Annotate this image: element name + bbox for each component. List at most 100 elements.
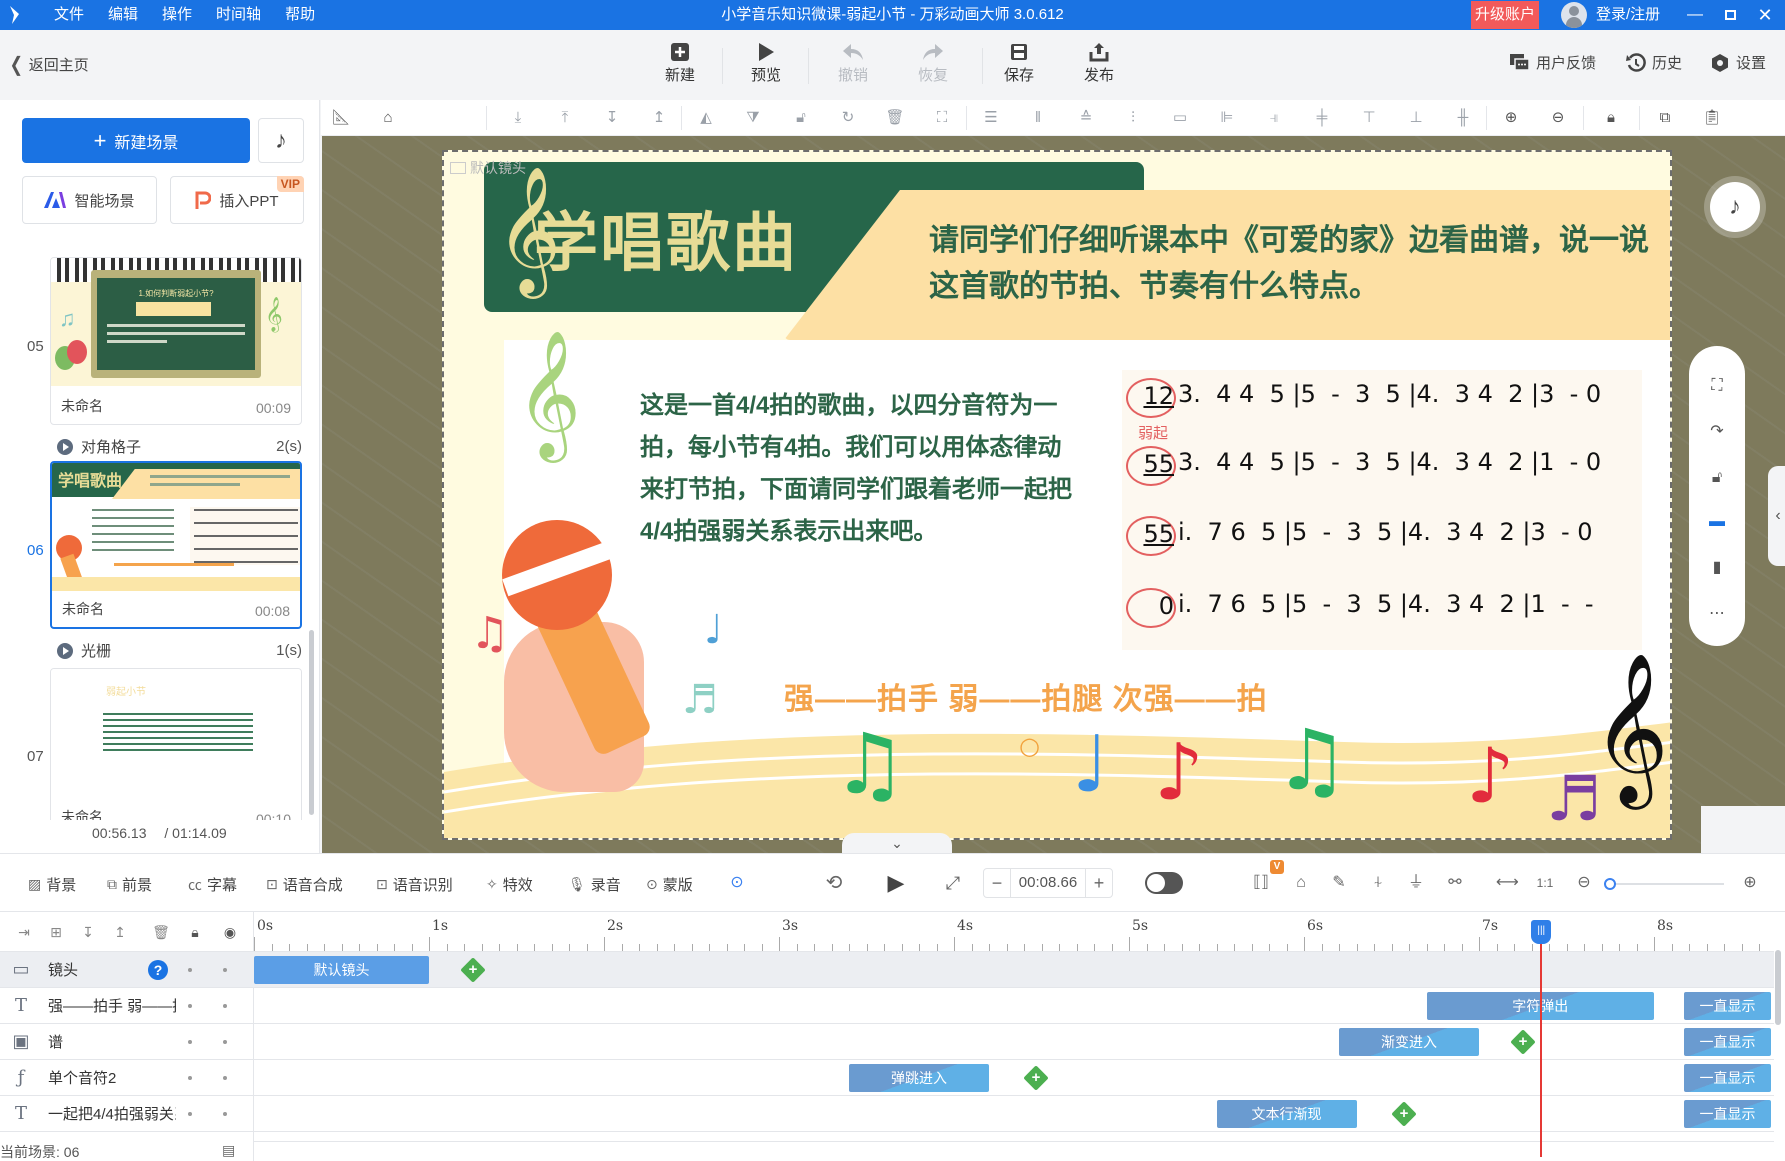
filter-icon[interactable]: ⏚ [1405,872,1427,894]
layer-row[interactable]: ƒ 单个音符2 [0,1060,254,1096]
history-button[interactable]: 历史 [1626,52,1682,73]
animation-clip[interactable]: 默认镜头 [254,956,429,984]
slide-description[interactable]: 这是一首4/4拍的歌曲，以四分音符为一拍，每小节有4拍。我们可以用体态律动来打节… [640,385,1080,553]
timeline-scrollbar[interactable] [1775,950,1781,1025]
animation-clip[interactable]: 一直显示 [1683,1028,1772,1056]
lock-icon[interactable]: 🔒︎ [186,923,204,941]
new-folder-icon[interactable]: ⊞ [47,923,65,941]
flip-vertical-icon[interactable]: ⧩ [743,108,763,128]
add-keyframe-button[interactable] [1510,1029,1536,1055]
increase-time-button[interactable]: + [1086,873,1112,894]
replay-icon[interactable]: ⟲ [823,872,845,894]
record-button[interactable]: 🎙︎ 录音 [568,874,621,895]
animation-clip[interactable]: 一直显示 [1683,992,1772,1020]
transition-item[interactable]: 光栅 1(s) [57,640,302,661]
animation-clip[interactable]: 弹跳进入 [849,1064,989,1092]
new-scene-button[interactable]: + 新建场景 [22,118,250,163]
lock-group-icon[interactable]: ⛶ [932,108,952,128]
smart-scene-button[interactable]: 智能场景 [22,176,157,224]
slider-thumb[interactable] [1604,878,1616,890]
settings-button[interactable]: 设置 [1710,52,1766,73]
layer-toggle-dot[interactable] [223,1112,227,1116]
feedback-button[interactable]: 用户反馈 [1510,52,1596,73]
play-icon[interactable]: ▶ [885,872,907,894]
speech-synthesis-button[interactable]: ⊡ 语音合成 [266,874,343,895]
import-icon[interactable]: ⇥ [15,923,33,941]
menu-timeline[interactable]: 时间轴 [204,0,273,30]
timeline-zoom-slider[interactable] [1604,878,1724,890]
music-score[interactable]: 12 3. 4 4 5 |5 - 3 5 |4. 3 4 2 |3 - 0 弱起… [1122,370,1642,650]
fit-width-icon[interactable]: ⟷ [1496,872,1519,894]
track-row[interactable]: 文本行渐现 一直显示 [254,1096,1774,1132]
paste-icon[interactable]: 📋︎ [1702,108,1722,128]
subtitle-button[interactable]: ㏄字幕 [188,874,237,895]
animation-clip[interactable]: 一直显示 [1683,1064,1772,1092]
slide-title[interactable]: 学唱歌曲 [534,192,798,284]
help-icon[interactable]: ? [148,960,168,980]
move-layer-up-icon[interactable]: ↥ [111,923,129,941]
decrease-time-button[interactable]: − [984,873,1010,894]
layer-toggle-dot[interactable] [223,1040,227,1044]
avatar[interactable] [1561,2,1587,28]
align-right-icon[interactable]: ⫣ [1264,108,1284,128]
layer-toggle-dot[interactable] [188,968,192,972]
adjust-icon[interactable]: ⚯ [1444,872,1466,894]
rotate-camera-icon[interactable]: ↷ [1707,422,1727,442]
layer-row[interactable]: T 强——拍手 弱——拍腿 [0,988,254,1024]
login-register-link[interactable]: 登录/注册 [1596,0,1660,30]
split-icon[interactable]: ⍭ [1367,872,1389,894]
align-bottom-icon[interactable]: ⊥ [1406,108,1426,128]
align-vcenter-icon[interactable]: ╫ [1453,108,1473,128]
slide-prompt[interactable]: 请同学们仔细听课本中《可爱的家》边看曲谱，说一说这首歌的节拍、节奏有什么特点。 [929,218,1649,310]
zoom-in-icon[interactable]: ⊕ [1501,108,1521,128]
expand-icon[interactable]: ⟦⟧ [1250,872,1272,894]
zoom-out-timeline-icon[interactable]: ⊖ [1573,872,1595,894]
preview-button[interactable]: 预览 [736,40,796,85]
layer-toggle-dot[interactable] [188,1040,192,1044]
layer-row[interactable]: T 一起把4/4拍强弱关系 [0,1096,254,1132]
fit-screen-icon[interactable]: ⛶ [1707,376,1727,396]
move-layer-down-icon[interactable]: ↧ [79,923,97,941]
mask-button[interactable]: ⊙ 蒙版 [646,874,693,895]
menu-edit[interactable]: 编辑 [96,0,150,30]
same-width-icon[interactable]: ▭ [1170,108,1190,128]
track-row[interactable]: 渐变进入 一直显示 [254,1024,1774,1060]
layer-toggle-dot[interactable] [188,1076,192,1080]
delete-icon[interactable]: 🗑︎ [885,108,905,128]
menu-file[interactable]: 文件 [42,0,96,30]
back-home-button[interactable]: ❮ 返回主页 [8,52,89,77]
time-stepper[interactable]: − 00:08.66 + [983,868,1113,898]
layer-toggle-dot[interactable] [223,1004,227,1008]
menu-help[interactable]: 帮助 [273,0,327,30]
maximize-button[interactable] [1715,0,1745,30]
foreground-button[interactable]: ⧉ 前景 [107,874,152,895]
align-center-h-icon[interactable]: ☰ [981,108,1001,128]
animation-clip[interactable]: 一直显示 [1683,1100,1772,1128]
undo-button[interactable]: 撤销 [823,40,883,85]
collapse-right-panel-button[interactable]: ‹ [1768,466,1785,566]
align-top-icon[interactable]: ⊤ [1359,108,1379,128]
background-button[interactable]: ▨ 背景 [28,874,76,895]
move-top-icon[interactable]: ⤒ [555,108,575,128]
eye-icon[interactable]: ◉ [221,923,239,941]
zoom-in-timeline-icon[interactable]: ⊕ [1739,872,1761,894]
align-center-v-icon[interactable]: ‖ [1028,108,1048,128]
ruler-icon[interactable]: 📐︎ [331,108,351,128]
scene-list-scrollbar[interactable] [309,630,314,815]
track-row[interactable]: 字符弹出一直显示 [254,988,1774,1024]
minimize-button[interactable]: — [1680,0,1710,30]
move-up-icon[interactable]: ↥ [649,108,669,128]
scene-card-active[interactable]: 学唱歌曲 未命名 00:08 [50,461,302,629]
canvas-area[interactable]: 默认镜头 𝄞 学唱歌曲 请同学们仔细听课本中《可爱的家》边看曲谱，说一说这首歌的… [322,136,1785,853]
move-down-icon[interactable]: ↧ [602,108,622,128]
mini-map[interactable] [1701,806,1785,853]
zoom-out-icon[interactable]: ⊖ [1548,108,1568,128]
edit-icon[interactable]: ✎ [1328,872,1350,894]
delete-layer-icon[interactable]: 🗑︎ [152,923,170,941]
flip-horizontal-icon[interactable]: ◭ [696,108,716,128]
camera-snapshot-icon[interactable]: ⌂ [1290,872,1312,894]
distribute-h-icon[interactable]: ⫶ [1123,108,1143,128]
layer-row[interactable]: ▣ 谱 [0,1024,254,1060]
align-middle-icon[interactable]: ╪ [1312,108,1332,128]
add-keyframe-button[interactable] [460,957,486,983]
